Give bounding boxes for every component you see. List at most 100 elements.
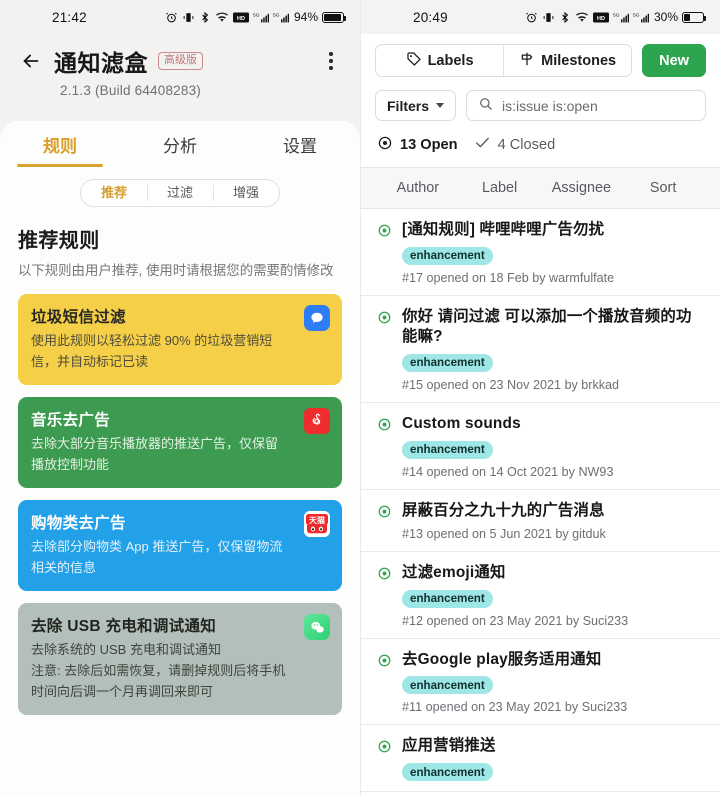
svg-text:5G: 5G	[253, 12, 260, 18]
content-sheet: 规则 分析 设置 推荐 过滤 增强 推荐规则 以下规则由用户推荐, 使用时请根据…	[0, 121, 360, 795]
issue-title: 过滤emoji通知	[402, 564, 506, 582]
issue-label-badge[interactable]: enhancement	[402, 246, 493, 265]
column-header-author[interactable]: Author	[377, 180, 459, 196]
status-bar-icons: HD 5G 5G 30%	[525, 10, 707, 24]
alarm-icon	[165, 11, 178, 24]
app-version-label: 2.1.3 (Build 64408283)	[60, 83, 202, 98]
section-description: 以下规则由用户推荐, 使用时请根据您的需要酌情修改	[18, 263, 334, 278]
issue-label-badge[interactable]: enhancement	[402, 676, 493, 695]
closed-count[interactable]: 4 Closed	[474, 134, 556, 155]
rule-card-title: 垃圾短信过滤	[31, 308, 126, 326]
hd-icon: HD	[232, 12, 249, 23]
right-status-bar: 20:49 HD 5G 5G 30%	[361, 0, 720, 34]
signal-5g-two-icon: 5G	[273, 11, 289, 24]
issue-list-item[interactable]: 去Google play服务适用通知 enhancement #11 opene…	[361, 639, 720, 726]
messages-app-icon	[304, 304, 330, 331]
issue-meta: #17 opened on 18 Feb by warmfulfate	[402, 270, 615, 285]
battery-icon	[682, 11, 707, 23]
filters-dropdown[interactable]: Filters	[375, 90, 457, 121]
issue-list: [通知规则] 哔哩哔哩广告勿扰 enhancement #17 opened o…	[361, 209, 720, 793]
rule-card[interactable]: 去除 USB 充电和调试通知 去除系统的 USB 充电和调试通知 注意: 去除后…	[18, 603, 342, 716]
labels-button[interactable]: Labels	[376, 45, 503, 76]
issue-open-icon	[377, 220, 392, 285]
labels-button-label: Labels	[427, 52, 474, 69]
wifi-icon	[575, 11, 589, 24]
issue-title: Custom sounds	[402, 414, 521, 432]
open-count-label: 13 Open	[400, 136, 458, 153]
segment-recommended-label: 推荐	[100, 185, 127, 200]
issue-list-item[interactable]: [通知规则] 哔哩哔哩广告勿扰 enhancement #17 opened o…	[361, 209, 720, 296]
issue-open-icon	[377, 501, 392, 542]
page-title: 通知滤盒	[54, 50, 148, 76]
rule-card[interactable]: 音乐去广告 去除大部分音乐播放器的推送广告，仅保留播放控制功能	[18, 396, 342, 488]
column-header-assignee[interactable]: Assignee	[541, 180, 623, 196]
pro-badge: 高级版	[158, 51, 203, 71]
battery-percent-label: 94%	[293, 10, 318, 24]
rule-card-description: 使用此规则以轻松过滤 90% 的垃圾营销短信，并自动标记已读	[31, 332, 273, 369]
issue-meta: #13 opened on 5 Jun 2021 by gitduk	[402, 527, 606, 542]
rule-card[interactable]: 垃圾短信过滤 使用此规则以轻松过滤 90% 的垃圾营销短信，并自动标记已读	[18, 293, 342, 385]
back-button[interactable]	[14, 44, 48, 78]
rule-card-title: 音乐去广告	[31, 411, 111, 429]
svg-text:天猫: 天猫	[309, 515, 325, 525]
issue-list-item[interactable]: Custom sounds enhancement #14 opened on …	[361, 403, 720, 490]
status-bar-clock: 20:49	[413, 9, 448, 25]
column-header-sort[interactable]: Sort	[622, 180, 704, 196]
issue-meta: #15 opened on 23 Nov 2021 by brkkad	[402, 377, 620, 392]
issue-label-badge[interactable]: enhancement	[402, 589, 493, 608]
label-tag-icon	[406, 51, 422, 71]
netease-music-app-icon	[304, 407, 330, 434]
issue-list-item[interactable]: 过滤emoji通知 enhancement #12 opened on 23 M…	[361, 552, 720, 639]
column-header-label[interactable]: Label	[459, 180, 541, 196]
issue-label-badge[interactable]: enhancement	[402, 440, 493, 459]
tab-settings[interactable]: 设置	[240, 121, 360, 167]
new-issue-button[interactable]: New	[642, 44, 706, 77]
tab-settings-label: 设置	[283, 136, 317, 156]
issue-title: 屏蔽百分之九十九的广告消息	[402, 501, 605, 519]
issue-list-item[interactable]: 你好 请问过滤 可以添加一个播放音频的功能嘛? enhancement #15 …	[361, 296, 720, 403]
closed-count-label: 4 Closed	[497, 136, 556, 153]
segment-enhance[interactable]: 增强	[213, 180, 279, 206]
issue-list-item[interactable]: 屏蔽百分之九十九的广告消息 #13 opened on 5 Jun 2021 b…	[361, 490, 720, 553]
battery-icon	[322, 11, 347, 23]
milestones-button[interactable]: Milestones	[503, 45, 631, 76]
tab-analytics[interactable]: 分析	[120, 121, 240, 167]
rule-card[interactable]: 购物类去广告 去除部分购物类 App 推送广告，仅保留物流相关的信息 天猫	[18, 499, 342, 592]
alarm-icon	[525, 11, 538, 24]
rule-card-description: 去除部分购物类 App 推送广告，仅保留物流相关的信息	[31, 538, 283, 575]
labels-milestones-group: Labels Milestones	[375, 44, 633, 77]
segment-recommended[interactable]: 推荐	[81, 180, 147, 206]
milestone-signpost-icon	[519, 51, 535, 71]
bluetooth-icon	[559, 11, 571, 24]
issue-meta: #12 opened on 23 May 2021 by Suci233	[402, 613, 629, 628]
overflow-menu-icon[interactable]	[316, 44, 346, 78]
issue-list-item[interactable]: 应用营销推送 enhancement	[361, 725, 720, 793]
dual-screenshot-container: 21:42 HD 5G 5G 94% 通知滤盒 高级版 2.1.3 (Build…	[0, 0, 720, 795]
rule-card-description: 去除系统的 USB 充电和调试通知 注意: 去除后如需恢复，请删掉规则后将手机时…	[31, 642, 286, 700]
status-bar-icons: HD 5G 5G 94%	[165, 10, 347, 24]
issue-meta: #14 opened on 14 Oct 2021 by NW93	[402, 464, 614, 479]
left-status-bar: 21:42 HD 5G 5G 94%	[0, 0, 360, 34]
bluetooth-icon	[199, 11, 211, 24]
svg-text:5G: 5G	[613, 12, 620, 18]
status-bar-clock: 21:42	[52, 9, 87, 25]
open-count[interactable]: 13 Open	[377, 135, 458, 155]
issue-title: 去Google play服务适用通知	[402, 650, 602, 668]
issue-label-badge[interactable]: enhancement	[402, 353, 493, 372]
hd-icon: HD	[592, 12, 609, 23]
svg-text:5G: 5G	[273, 12, 280, 18]
filters-dropdown-label: Filters	[387, 97, 430, 114]
issue-title: 应用营销推送	[402, 737, 496, 755]
issue-label-badge[interactable]: enhancement	[402, 763, 493, 782]
search-input[interactable]: is:issue is:open	[466, 90, 706, 121]
issue-open-icon	[377, 414, 392, 479]
tab-rules[interactable]: 规则	[0, 121, 120, 167]
issue-meta: #11 opened on 23 May 2021 by Suci233	[402, 700, 628, 715]
segment-filter[interactable]: 过滤	[146, 180, 213, 206]
app-bar: 通知滤盒 高级版 2.1.3 (Build 64408283)	[0, 34, 360, 98]
check-icon	[474, 134, 491, 155]
battery-percent-label: 30%	[653, 10, 678, 24]
issue-open-icon	[377, 307, 392, 392]
segment-filter-label: 过滤	[166, 185, 193, 200]
wechat-app-icon	[304, 614, 330, 641]
